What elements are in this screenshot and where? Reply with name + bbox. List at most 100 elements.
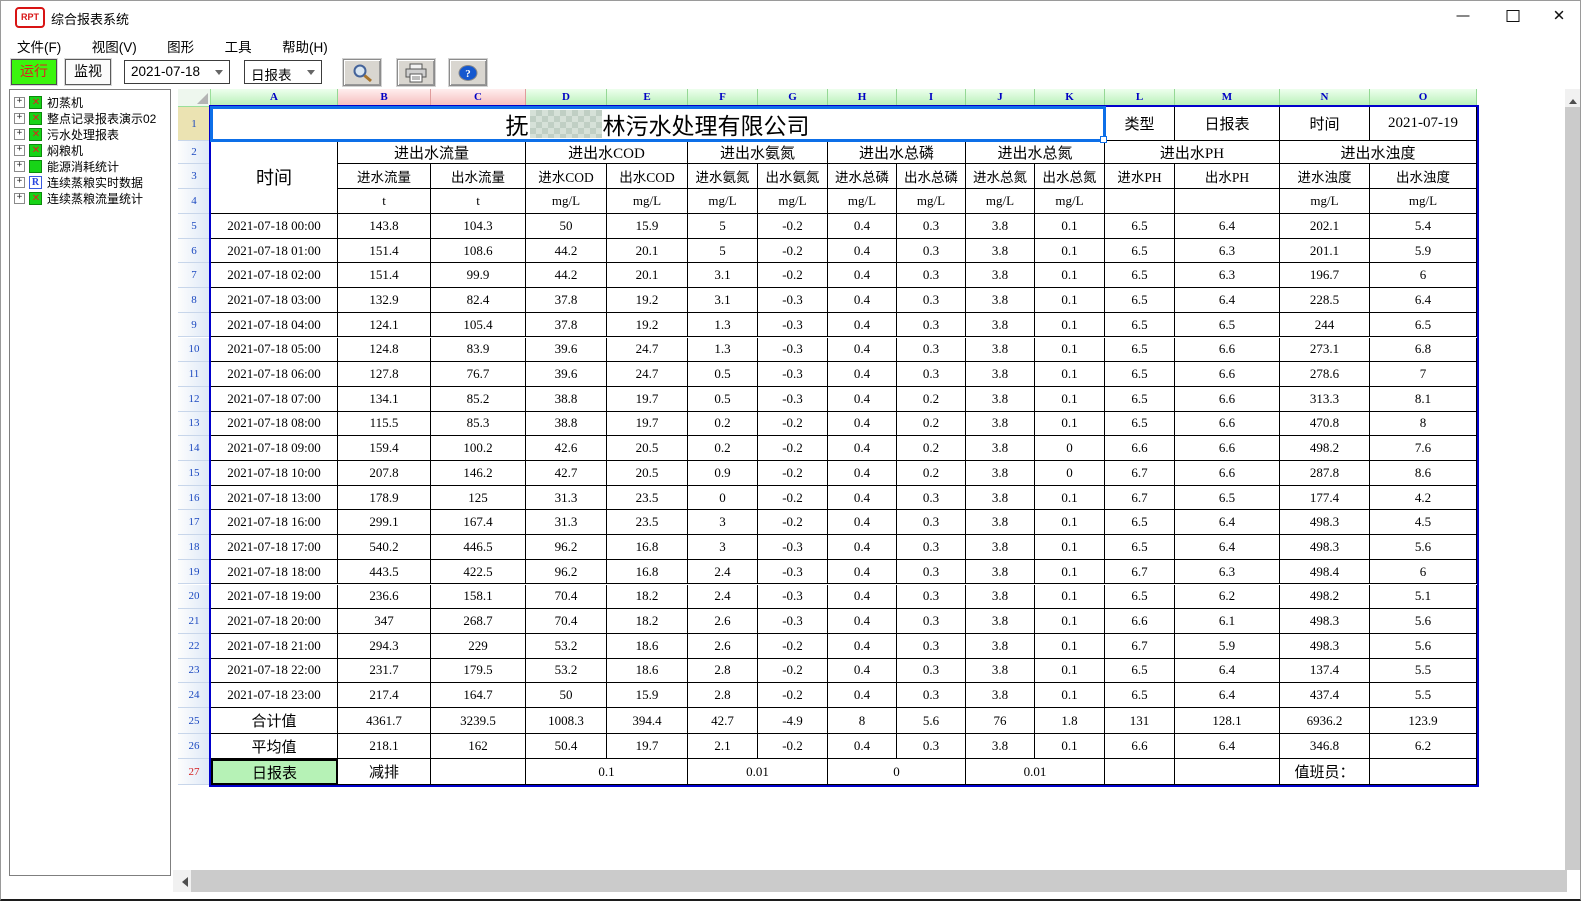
cell-K8[interactable]: 0.1 — [1035, 288, 1105, 313]
cell-I9[interactable]: 0.3 — [897, 313, 966, 338]
cell-N15[interactable]: 287.8 — [1280, 461, 1370, 486]
run-button[interactable]: 运行 — [11, 59, 57, 85]
cell-unit-9[interactable]: mg/L — [1035, 189, 1105, 214]
cell-O19[interactable]: 6 — [1370, 560, 1477, 585]
cell-H10[interactable]: 0.4 — [828, 338, 897, 363]
cell-L20[interactable]: 6.5 — [1105, 585, 1175, 610]
cell-N24[interactable]: 437.4 — [1280, 683, 1370, 708]
cell-J18[interactable]: 3.8 — [966, 535, 1035, 560]
cell-F11[interactable]: 0.5 — [688, 362, 758, 387]
cell-O7[interactable]: 6 — [1370, 263, 1477, 288]
cell-L8[interactable]: 6.5 — [1105, 288, 1175, 313]
cell-N22[interactable]: 498.3 — [1280, 634, 1370, 659]
row-header-6[interactable]: 6 — [178, 239, 211, 264]
cell-B5[interactable]: 143.8 — [338, 214, 431, 239]
menu-graph[interactable]: 图形 — [154, 31, 207, 56]
menu-tools[interactable]: 工具 — [212, 31, 265, 56]
cell-H22[interactable]: 0.4 — [828, 634, 897, 659]
cell-D27-value[interactable]: 0.1 — [526, 759, 688, 785]
cell-I17[interactable]: 0.3 — [897, 510, 966, 535]
cell-I10[interactable]: 0.3 — [897, 338, 966, 363]
cell-E26[interactable]: 19.7 — [607, 734, 688, 759]
cell-J5[interactable]: 3.8 — [966, 214, 1035, 239]
cell-L13[interactable]: 6.5 — [1105, 412, 1175, 437]
cell-D7[interactable]: 44.2 — [526, 263, 607, 288]
cell-N6[interactable]: 201.1 — [1280, 239, 1370, 264]
horizontal-scrollbar[interactable] — [173, 870, 1567, 892]
cell-B26[interactable]: 218.1 — [338, 734, 431, 759]
cell-G5[interactable]: -0.2 — [758, 214, 828, 239]
cell-D24[interactable]: 50 — [526, 683, 607, 708]
row-header-1[interactable]: 1 — [178, 107, 211, 141]
row-header-20[interactable]: 20 — [178, 585, 211, 610]
cell-unit-5[interactable]: mg/L — [758, 189, 828, 214]
cell-B27-reduction[interactable]: 减排 — [338, 759, 431, 785]
cell-A7-time[interactable]: 2021-07-18 02:00 — [211, 263, 338, 288]
cell-K10[interactable]: 0.1 — [1035, 338, 1105, 363]
cell-H21[interactable]: 0.4 — [828, 609, 897, 634]
cell-G7[interactable]: -0.2 — [758, 263, 828, 288]
cell-M18[interactable]: 6.4 — [1175, 535, 1280, 560]
cell-M1-type-value[interactable]: 日报表 — [1175, 107, 1280, 141]
cell-I12[interactable]: 0.2 — [897, 387, 966, 412]
cell-C12[interactable]: 85.2 — [431, 387, 526, 412]
cell-O11[interactable]: 7 — [1370, 362, 1477, 387]
maximize-icon[interactable] — [1491, 1, 1535, 31]
row-header-7[interactable]: 7 — [178, 263, 211, 288]
cell-M25[interactable]: 128.1 — [1175, 708, 1280, 734]
cell-M24[interactable]: 6.4 — [1175, 683, 1280, 708]
cell-L18[interactable]: 6.5 — [1105, 535, 1175, 560]
cell-K9[interactable]: 0.1 — [1035, 313, 1105, 338]
cell-N21[interactable]: 498.3 — [1280, 609, 1370, 634]
cell-C15[interactable]: 146.2 — [431, 461, 526, 486]
cell-C5[interactable]: 104.3 — [431, 214, 526, 239]
cell-D9[interactable]: 37.8 — [526, 313, 607, 338]
cell-I16[interactable]: 0.3 — [897, 486, 966, 511]
cell-N23[interactable]: 137.4 — [1280, 659, 1370, 684]
cell-M8[interactable]: 6.4 — [1175, 288, 1280, 313]
cell-L15[interactable]: 6.7 — [1105, 461, 1175, 486]
row-header-11[interactable]: 11 — [178, 362, 211, 387]
cell-J25[interactable]: 76 — [966, 708, 1035, 734]
cell-N10[interactable]: 273.1 — [1280, 338, 1370, 363]
row-header-17[interactable]: 17 — [178, 510, 211, 535]
cell-C10[interactable]: 83.9 — [431, 338, 526, 363]
cell-J27-value[interactable]: 0.01 — [966, 759, 1105, 785]
cell-D5[interactable]: 50 — [526, 214, 607, 239]
cell-F6[interactable]: 5 — [688, 239, 758, 264]
cell-A17-time[interactable]: 2021-07-18 16:00 — [211, 510, 338, 535]
cell-C26[interactable]: 162 — [431, 734, 526, 759]
cell-L6[interactable]: 6.5 — [1105, 239, 1175, 264]
cell-unit-13[interactable]: mg/L — [1370, 189, 1477, 214]
cell-D23[interactable]: 53.2 — [526, 659, 607, 684]
cell-G9[interactable]: -0.3 — [758, 313, 828, 338]
cell-group-header-2[interactable]: 进出水氨氮 — [688, 141, 828, 164]
date-select[interactable]: 2021-07-18 — [124, 60, 230, 84]
cell-J22[interactable]: 3.8 — [966, 634, 1035, 659]
cell-O1-time-value[interactable]: 2021-07-19 — [1370, 107, 1477, 141]
cell-B20[interactable]: 236.6 — [338, 585, 431, 610]
cell-L7[interactable]: 6.5 — [1105, 263, 1175, 288]
cell-E6[interactable]: 20.1 — [607, 239, 688, 264]
cell-K17[interactable]: 0.1 — [1035, 510, 1105, 535]
cell-E25[interactable]: 394.4 — [607, 708, 688, 734]
cell-D15[interactable]: 42.7 — [526, 461, 607, 486]
cell-I21[interactable]: 0.3 — [897, 609, 966, 634]
cell-C9[interactable]: 105.4 — [431, 313, 526, 338]
tree-item-0[interactable]: 初蒸机 — [14, 94, 170, 110]
cell-O18[interactable]: 5.6 — [1370, 535, 1477, 560]
cell-J6[interactable]: 3.8 — [966, 239, 1035, 264]
cell-C19[interactable]: 422.5 — [431, 560, 526, 585]
cell-K7[interactable]: 0.1 — [1035, 263, 1105, 288]
cell-N20[interactable]: 498.2 — [1280, 585, 1370, 610]
cell-K6[interactable]: 0.1 — [1035, 239, 1105, 264]
cell-N12[interactable]: 313.3 — [1280, 387, 1370, 412]
cell-I23[interactable]: 0.3 — [897, 659, 966, 684]
cell-B13[interactable]: 115.5 — [338, 412, 431, 437]
cell-sub-header-3[interactable]: 出水COD — [607, 164, 688, 189]
cell-D16[interactable]: 31.3 — [526, 486, 607, 511]
cell-J12[interactable]: 3.8 — [966, 387, 1035, 412]
cell-E21[interactable]: 18.2 — [607, 609, 688, 634]
cell-O22[interactable]: 5.6 — [1370, 634, 1477, 659]
cell-D19[interactable]: 96.2 — [526, 560, 607, 585]
